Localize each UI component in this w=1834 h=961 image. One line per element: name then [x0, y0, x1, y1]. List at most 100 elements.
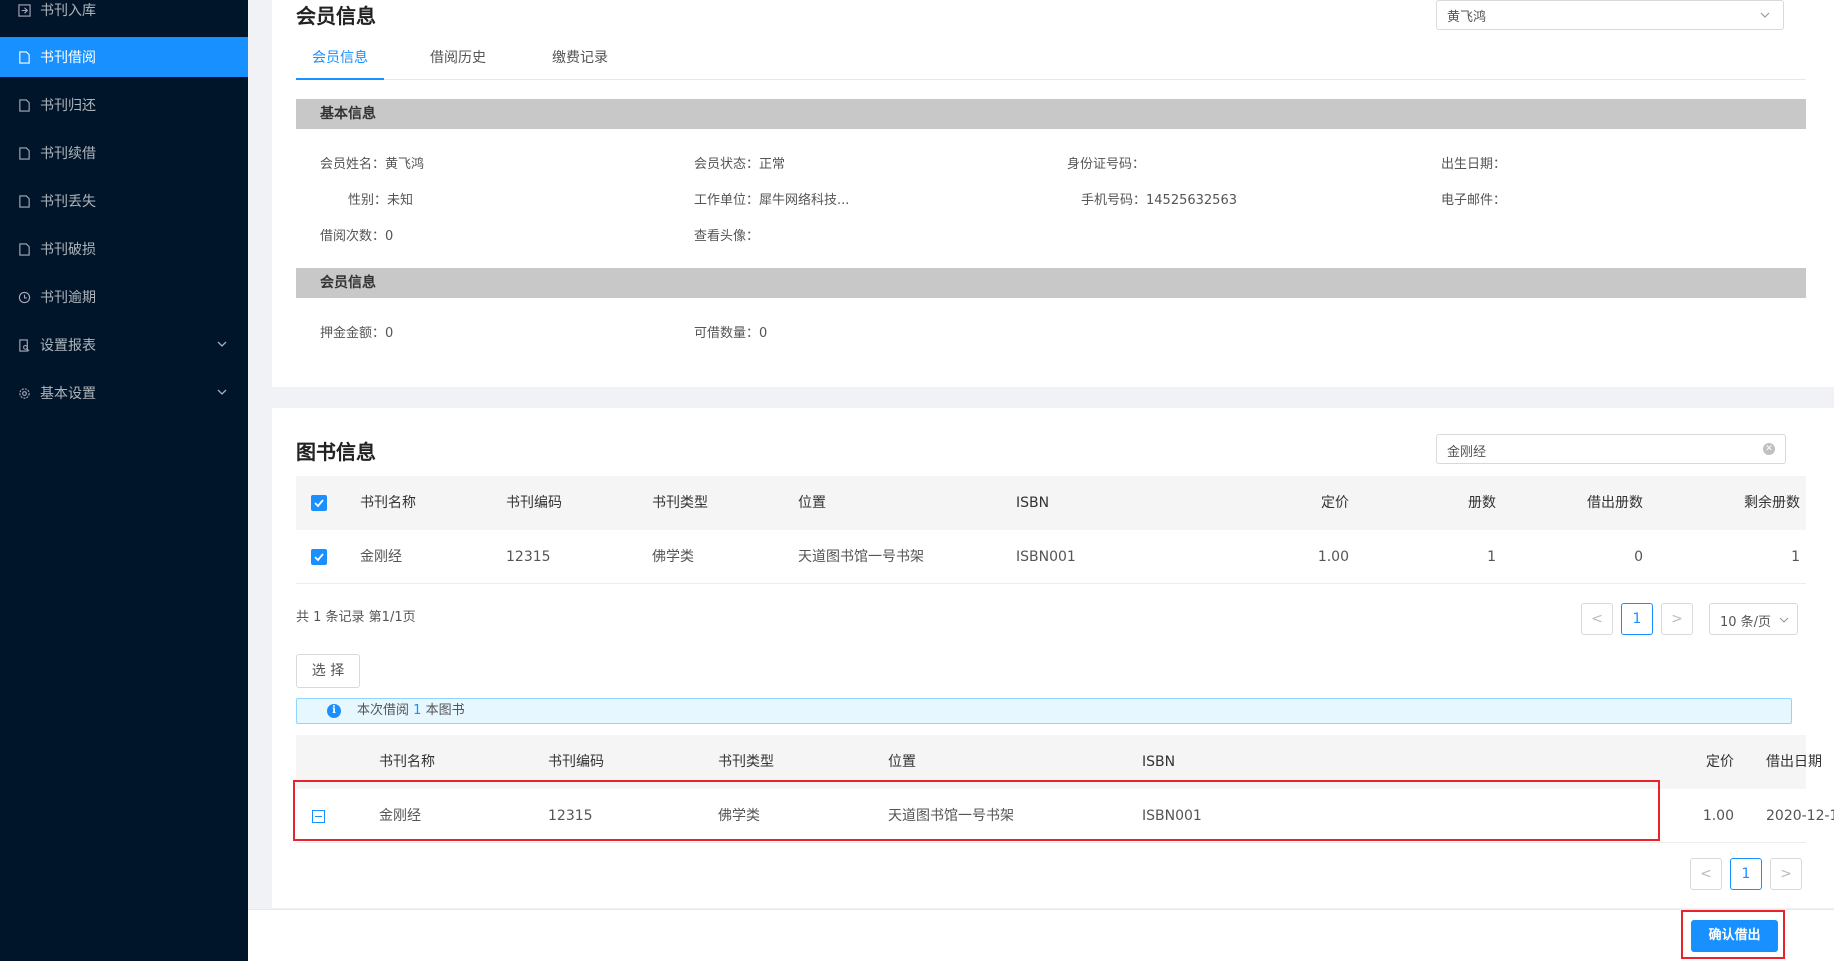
file-icon: [16, 241, 32, 257]
sidebar-item-book-overdue[interactable]: 书刊逾期: [0, 277, 248, 317]
sidebar-item-label: 书刊入库: [40, 3, 96, 19]
highlight-frame: [293, 780, 1660, 841]
sidebar-item-book-damaged[interactable]: 书刊破损: [0, 229, 248, 269]
prev-page-button[interactable]: <: [1690, 858, 1722, 890]
sidebar-item-label: 书刊借阅: [40, 50, 96, 66]
column-header[interactable]: 定价: [1296, 476, 1349, 530]
column-header[interactable]: 借出册数: [1536, 476, 1643, 530]
book-search-input[interactable]: 金刚经 ✕: [1436, 434, 1786, 464]
work-unit-field: 工作单位：犀牛网络科技...: [694, 193, 850, 208]
file-icon: [16, 193, 32, 209]
borrow-info-count: 1: [413, 703, 422, 718]
book-code-cell: 12315: [506, 549, 551, 565]
clock-icon: [16, 289, 32, 305]
select-all-checkbox[interactable]: [311, 495, 327, 511]
sidebar-item-basic-settings[interactable]: 基本设置: [0, 373, 248, 413]
column-header[interactable]: 册数: [1416, 476, 1496, 530]
tab-member-info[interactable]: 会员信息: [296, 46, 384, 80]
gear-icon: [16, 385, 32, 401]
sidebar-item-book-storage[interactable]: 书刊入库: [0, 0, 248, 30]
import-icon: [16, 2, 32, 18]
sidebar-item-label: 书刊续借: [40, 146, 96, 162]
book-search-value: 金刚经: [1447, 445, 1487, 460]
sidebar-item-book-renew[interactable]: 书刊续借: [0, 133, 248, 173]
borrow-count-field: 借阅次数：0: [320, 229, 394, 244]
book-count-cell: 1: [1487, 549, 1496, 565]
sidebar-item-label: 基本设置: [40, 386, 96, 402]
next-page-button[interactable]: >: [1770, 858, 1802, 890]
member-name-field: 会员姓名：黄飞鸿: [320, 157, 425, 172]
sidebar-item-book-return[interactable]: 书刊归还: [0, 85, 248, 125]
column-header[interactable]: 剩余册数: [1686, 476, 1800, 530]
borrow-info-prefix: 本次借阅: [357, 703, 410, 718]
page-size-value: 10 条/页: [1720, 615, 1772, 630]
book-type-cell: 佛学类: [652, 549, 694, 565]
email-field: 电子邮件：: [1441, 193, 1507, 208]
sidebar-item-label: 书刊逾期: [40, 290, 96, 306]
chevron-down-icon: [1760, 12, 1770, 18]
phone-field: 手机号码：14525632563: [1081, 193, 1237, 208]
report-icon: [16, 337, 32, 353]
borrow-info-suffix: 本图书: [425, 703, 465, 718]
book-table-header: 书刊名称 书刊编码 书刊类型 位置 ISBN 定价 册数 借出册数 剩余册数: [296, 476, 1806, 530]
footer-bar: [248, 909, 1834, 961]
deposit-field: 押金金额：0: [320, 326, 394, 341]
sidebar-item-label: 书刊破损: [40, 242, 96, 258]
basic-info-section-header: 基本信息: [296, 99, 1806, 129]
page-1-button[interactable]: 1: [1730, 858, 1762, 890]
chevron-down-icon: [217, 341, 227, 347]
column-header[interactable]: 书刊名称: [360, 476, 416, 530]
table-row[interactable]: 金刚经 12315 佛学类 天道图书馆一号书架 ISBN001 1.00 1 0…: [296, 530, 1806, 584]
tab-borrow-history[interactable]: 借阅历史: [414, 46, 502, 80]
file-icon: [16, 49, 32, 65]
member-select-value: 黄飞鸿: [1447, 10, 1487, 25]
book-price-cell: 1.00: [1317, 549, 1349, 565]
gender-field: 性别：未知: [348, 193, 414, 208]
sidebar-item-book-borrow[interactable]: 书刊借阅: [0, 37, 248, 77]
sidebar-item-label: 书刊丢失: [40, 194, 96, 210]
file-icon: [16, 145, 32, 161]
select-button[interactable]: 选 择: [296, 654, 360, 688]
book-isbn-cell: ISBN001: [1016, 549, 1076, 565]
column-header[interactable]: ISBN: [1016, 476, 1049, 530]
book-panel-title: 图书信息: [296, 440, 376, 464]
member-tabs: 会员信息 借阅历史 缴费记录: [296, 46, 1806, 80]
page-1-button[interactable]: 1: [1621, 603, 1653, 635]
member-info-section-header: 会员信息: [296, 268, 1806, 298]
file-icon: [16, 97, 32, 113]
member-select[interactable]: 黄飞鸿: [1436, 0, 1784, 30]
sidebar-item-book-lost[interactable]: 书刊丢失: [0, 181, 248, 221]
column-header[interactable]: 借出日期: [1766, 735, 1822, 789]
borrowable-count-field: 可借数量：0: [694, 326, 768, 341]
records-summary: 共 1 条记录 第1/1页: [296, 610, 416, 625]
clear-icon[interactable]: ✕: [1763, 443, 1775, 455]
next-page-button[interactable]: >: [1661, 603, 1693, 635]
column-header[interactable]: 位置: [798, 476, 826, 530]
book-lent-cell: 0: [1634, 549, 1643, 565]
sidebar: 书刊入库 书刊借阅 书刊归还 书刊续借 书刊丢失 书刊破损 书刊逾期 设置报表 …: [0, 0, 248, 961]
id-number-field: 身份证号码：: [1067, 157, 1146, 172]
book-location-cell: 天道图书馆一号书架: [798, 549, 924, 565]
sidebar-item-label: 设置报表: [40, 338, 96, 354]
sidebar-item-report-settings[interactable]: 设置报表: [0, 325, 248, 365]
chevron-down-icon: [1779, 617, 1789, 623]
tab-payment-records[interactable]: 缴费记录: [536, 46, 624, 80]
borrow-info-alert: i 本次借阅 1 本图书: [296, 698, 1792, 724]
check-icon: [314, 553, 324, 562]
page-size-select[interactable]: 10 条/页: [1709, 603, 1798, 635]
book-name-cell: 金刚经: [360, 549, 402, 565]
confirm-borrow-button[interactable]: 确认借出: [1691, 920, 1778, 952]
view-avatar-field[interactable]: 查看头像：: [694, 225, 759, 244]
column-header[interactable]: 书刊编码: [506, 476, 562, 530]
column-header[interactable]: 书刊类型: [652, 476, 708, 530]
member-panel-title: 会员信息: [296, 4, 376, 28]
check-icon: [314, 499, 324, 508]
sidebar-item-label: 书刊归还: [40, 98, 96, 114]
row-checkbox[interactable]: [311, 549, 327, 565]
book-remaining-cell: 1: [1791, 549, 1800, 565]
info-icon: i: [327, 704, 341, 718]
birth-date-field: 出生日期：: [1441, 157, 1507, 172]
prev-page-button[interactable]: <: [1581, 603, 1613, 635]
borrow-date-cell: 2020-12-13: [1766, 808, 1834, 824]
chevron-down-icon: [217, 389, 227, 395]
